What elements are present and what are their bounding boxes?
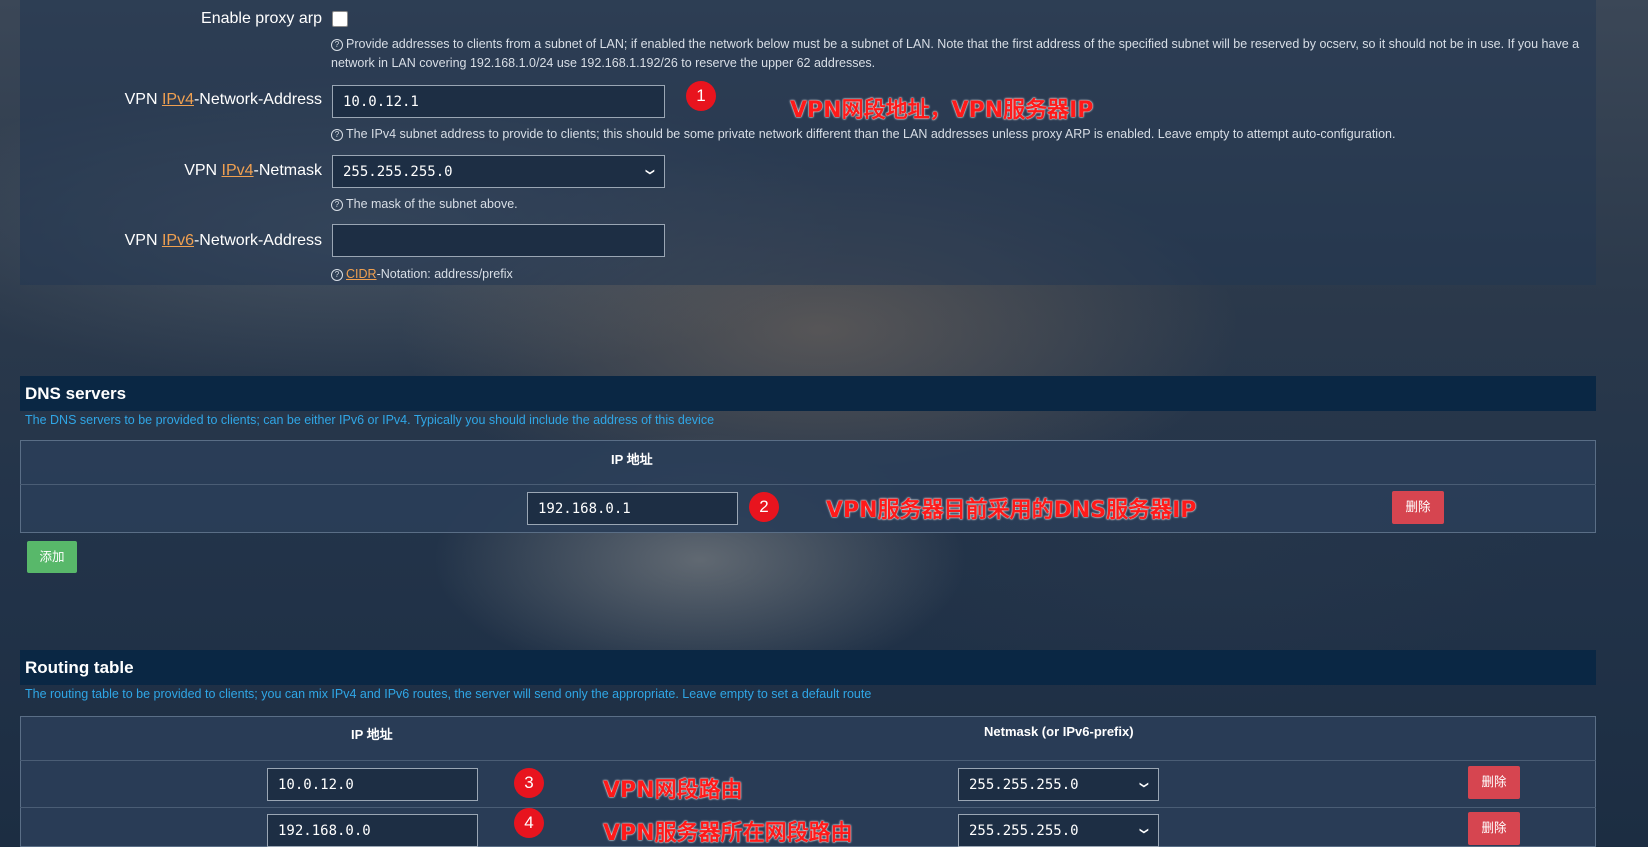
routing-col-mask-header: Netmask (or IPv6-prefix) [984, 724, 1134, 739]
ipv6-network-address-help: ? CIDR-Notation: address/prefix [331, 265, 513, 284]
ipv4-netmask-help-text: The mask of the subnet above. [346, 197, 518, 211]
label-prefix: VPN [124, 91, 162, 108]
route-ip-value: 10.0.12.0 [278, 776, 354, 793]
route-mask-select[interactable]: 255.255.255.0 ❯ [958, 814, 1159, 847]
ipv6-link[interactable]: IPv6 [162, 232, 194, 249]
help-icon: ? [331, 199, 343, 211]
ipv4-network-address-help: ? The IPv4 subnet address to provide to c… [331, 125, 1581, 144]
routing-col-ip-header: IP 地址 [351, 727, 393, 742]
dns-delete-button[interactable]: 删除 [1392, 491, 1444, 524]
route-delete-button[interactable]: 删除 [1468, 766, 1520, 799]
ipv4-netmask-select[interactable]: 255.255.255.0 ❯ [332, 155, 665, 188]
dns-add-button[interactable]: 添加 [27, 541, 77, 573]
chevron-down-icon: ❯ [1137, 826, 1152, 835]
enable-proxy-arp-checkbox[interactable] [332, 11, 348, 27]
ipv4-network-address-label: VPN IPv4-Network-Address [22, 91, 322, 109]
ipv4-network-address-input[interactable]: 10.0.12.1 [332, 85, 665, 118]
help-icon: ? [331, 269, 343, 281]
route-ip-input[interactable]: 10.0.12.0 [267, 768, 478, 801]
ipv6-network-address-input[interactable] [332, 224, 665, 257]
ipv4-link[interactable]: IPv4 [162, 91, 194, 108]
route-ip-value: 192.168.0.0 [278, 822, 371, 839]
enable-proxy-arp-help: ? Provide addresses to clients from a sub… [331, 35, 1581, 73]
help-icon: ? [331, 129, 343, 141]
ipv4-network-address-help-text: The IPv4 subnet address to provide to cl… [346, 127, 1396, 141]
dns-table [20, 440, 1596, 533]
ipv4-network-address-value: 10.0.12.1 [343, 93, 419, 110]
ipv4-link[interactable]: IPv4 [222, 162, 254, 179]
annotation-text-1: VPN网段地址，VPN服务器IP [790, 98, 1094, 123]
routing-section-desc: The routing table to be provided to clie… [25, 687, 872, 701]
ipv6-network-address-label: VPN IPv6-Network-Address [22, 232, 322, 250]
route-delete-button[interactable]: 删除 [1468, 812, 1520, 845]
cidr-link[interactable]: CIDR [346, 267, 377, 281]
label-prefix: VPN [124, 232, 162, 249]
help-icon: ? [331, 39, 343, 51]
annotation-badge-1: 1 [686, 81, 716, 111]
label-suffix: -Network-Address [193, 91, 322, 108]
annotation-badge-4: 4 [514, 808, 544, 838]
ipv4-netmask-label: VPN IPv4-Netmask [22, 162, 322, 180]
route-mask-value: 255.255.255.0 [969, 776, 1079, 793]
annotation-badge-3: 3 [514, 768, 544, 798]
chevron-down-icon: ❯ [643, 167, 658, 176]
chevron-down-icon: ❯ [1137, 780, 1152, 789]
dns-title-text: DNS servers [25, 383, 127, 403]
label-prefix: VPN [184, 162, 222, 179]
annotation-text-3: VPN网段路由 [603, 778, 743, 803]
enable-proxy-arp-help-text: Provide addresses to clients from a subn… [331, 37, 1580, 70]
dns-header-separator [20, 484, 1596, 485]
ipv6-help-text: -Notation: address/prefix [376, 267, 513, 281]
ipv4-netmask-value: 255.255.255.0 [343, 163, 453, 180]
routing-header-separator [20, 760, 1596, 761]
routing-row-separator [20, 807, 1596, 808]
ipv4-netmask-help: ? The mask of the subnet above. [331, 195, 518, 214]
label-suffix: -Network-Address [193, 232, 322, 249]
dns-section-title: DNS servers [20, 376, 1596, 411]
annotation-text-4: VPN服务器所在网段路由 [603, 821, 853, 846]
label-suffix: -Netmask [253, 162, 322, 179]
dns-ip-input[interactable]: 192.168.0.1 [527, 492, 738, 525]
route-mask-value: 255.255.255.0 [969, 822, 1079, 839]
route-ip-input[interactable]: 192.168.0.0 [267, 814, 478, 847]
route-mask-select[interactable]: 255.255.255.0 ❯ [958, 768, 1159, 801]
dns-section-desc: The DNS servers to be provided to client… [25, 413, 715, 427]
dns-ip-value: 192.168.0.1 [538, 500, 631, 517]
enable-proxy-arp-label: Enable proxy arp [201, 10, 322, 27]
annotation-badge-2: 2 [749, 492, 779, 522]
dns-col-ip-header: IP 地址 [611, 452, 653, 467]
routing-section-title: Routing table [20, 650, 1596, 685]
routing-title-text: Routing table [25, 657, 134, 677]
annotation-text-2: VPN服务器目前采用的DNS服务器IP [826, 498, 1197, 523]
